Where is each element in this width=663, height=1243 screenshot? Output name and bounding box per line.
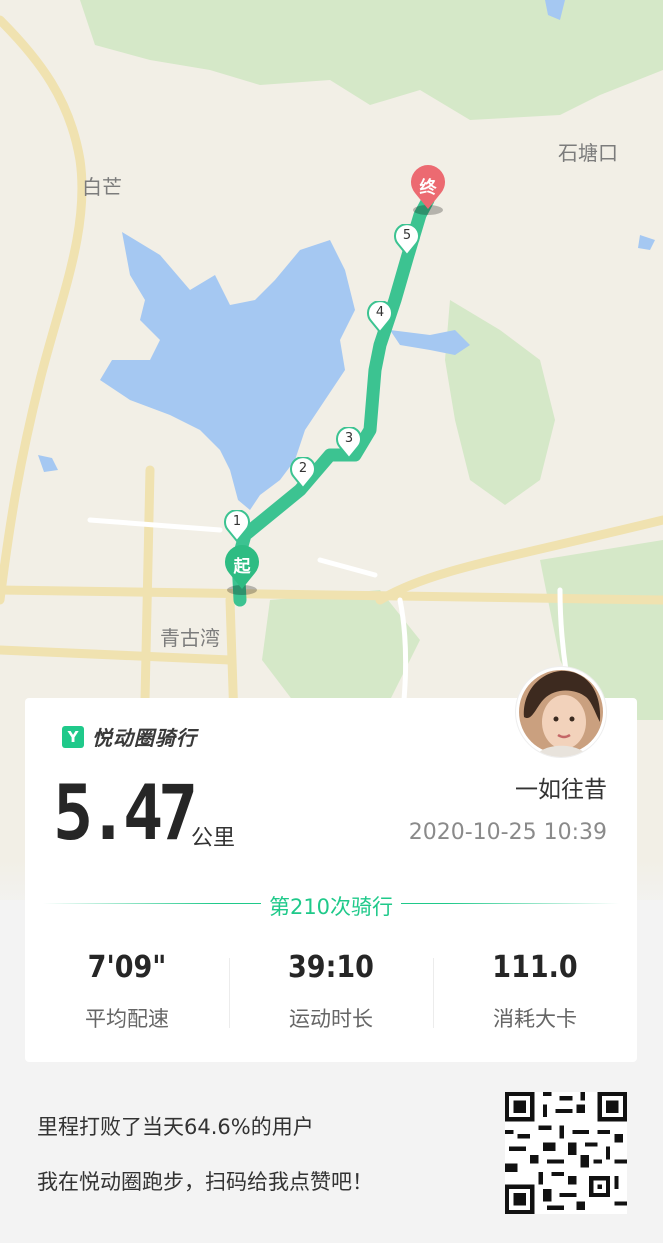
stat-label: 平均配速 bbox=[85, 1007, 169, 1031]
start-pin[interactable]: 起 bbox=[222, 543, 262, 599]
stat-duration: 39:10 运动时长 bbox=[229, 950, 433, 1033]
stat-value: 39:10 bbox=[288, 950, 374, 985]
distance-value: 5.47 bbox=[53, 768, 198, 857]
km-marker-2[interactable]: 2 bbox=[290, 456, 316, 493]
stat-calories: 111.0 消耗大卡 bbox=[433, 950, 637, 1033]
km-marker-1[interactable]: 1 bbox=[224, 509, 250, 546]
stat-average-pace: 7'09" 平均配速 bbox=[25, 950, 229, 1033]
stats-row: 7'09" 平均配速 39:10 运动时长 111.0 消耗大卡 bbox=[25, 950, 637, 1033]
place-label-shitangkou: 石塘口 bbox=[558, 141, 618, 165]
place-label-baimang: 白芒 bbox=[82, 175, 122, 199]
stat-value: 111.0 bbox=[492, 950, 578, 985]
stat-value: 7'09" bbox=[87, 950, 167, 985]
brand-logo-icon: Y bbox=[62, 725, 84, 748]
distance-unit: 公里 bbox=[191, 826, 236, 851]
avatar-image bbox=[519, 670, 603, 757]
brand-name: 悦动圈骑行 bbox=[92, 726, 197, 750]
avatar[interactable] bbox=[516, 667, 606, 757]
share-prompt-text: 我在悦动圈跑步，扫码给我点赞吧！ bbox=[37, 1170, 373, 1194]
km-marker-3[interactable]: 3 bbox=[336, 426, 362, 463]
end-pin-label: 终 bbox=[419, 178, 437, 198]
ride-count-text: 第210次骑行 bbox=[260, 895, 402, 919]
ride-count: 第210次骑行 bbox=[25, 891, 637, 921]
username[interactable]: 一如往昔 bbox=[515, 770, 607, 804]
km-marker-4[interactable]: 4 bbox=[367, 300, 393, 337]
ride-datetime: 2020-10-25 10:39 bbox=[408, 820, 607, 845]
stat-label: 运动时长 bbox=[289, 1007, 373, 1031]
km-marker-5[interactable]: 5 bbox=[394, 223, 420, 260]
qr-code[interactable] bbox=[505, 1092, 627, 1214]
brand: Y 悦动圈骑行 bbox=[62, 722, 197, 751]
place-label-qinggu-wan: 青古湾 bbox=[160, 626, 220, 650]
stat-label: 消耗大卡 bbox=[493, 1007, 577, 1031]
qr-code-icon bbox=[505, 1092, 627, 1214]
beat-users-text: 里程打败了当天64.6%的用户 bbox=[37, 1115, 314, 1139]
start-pin-label: 起 bbox=[233, 557, 251, 577]
end-pin[interactable]: 终 bbox=[408, 165, 448, 221]
